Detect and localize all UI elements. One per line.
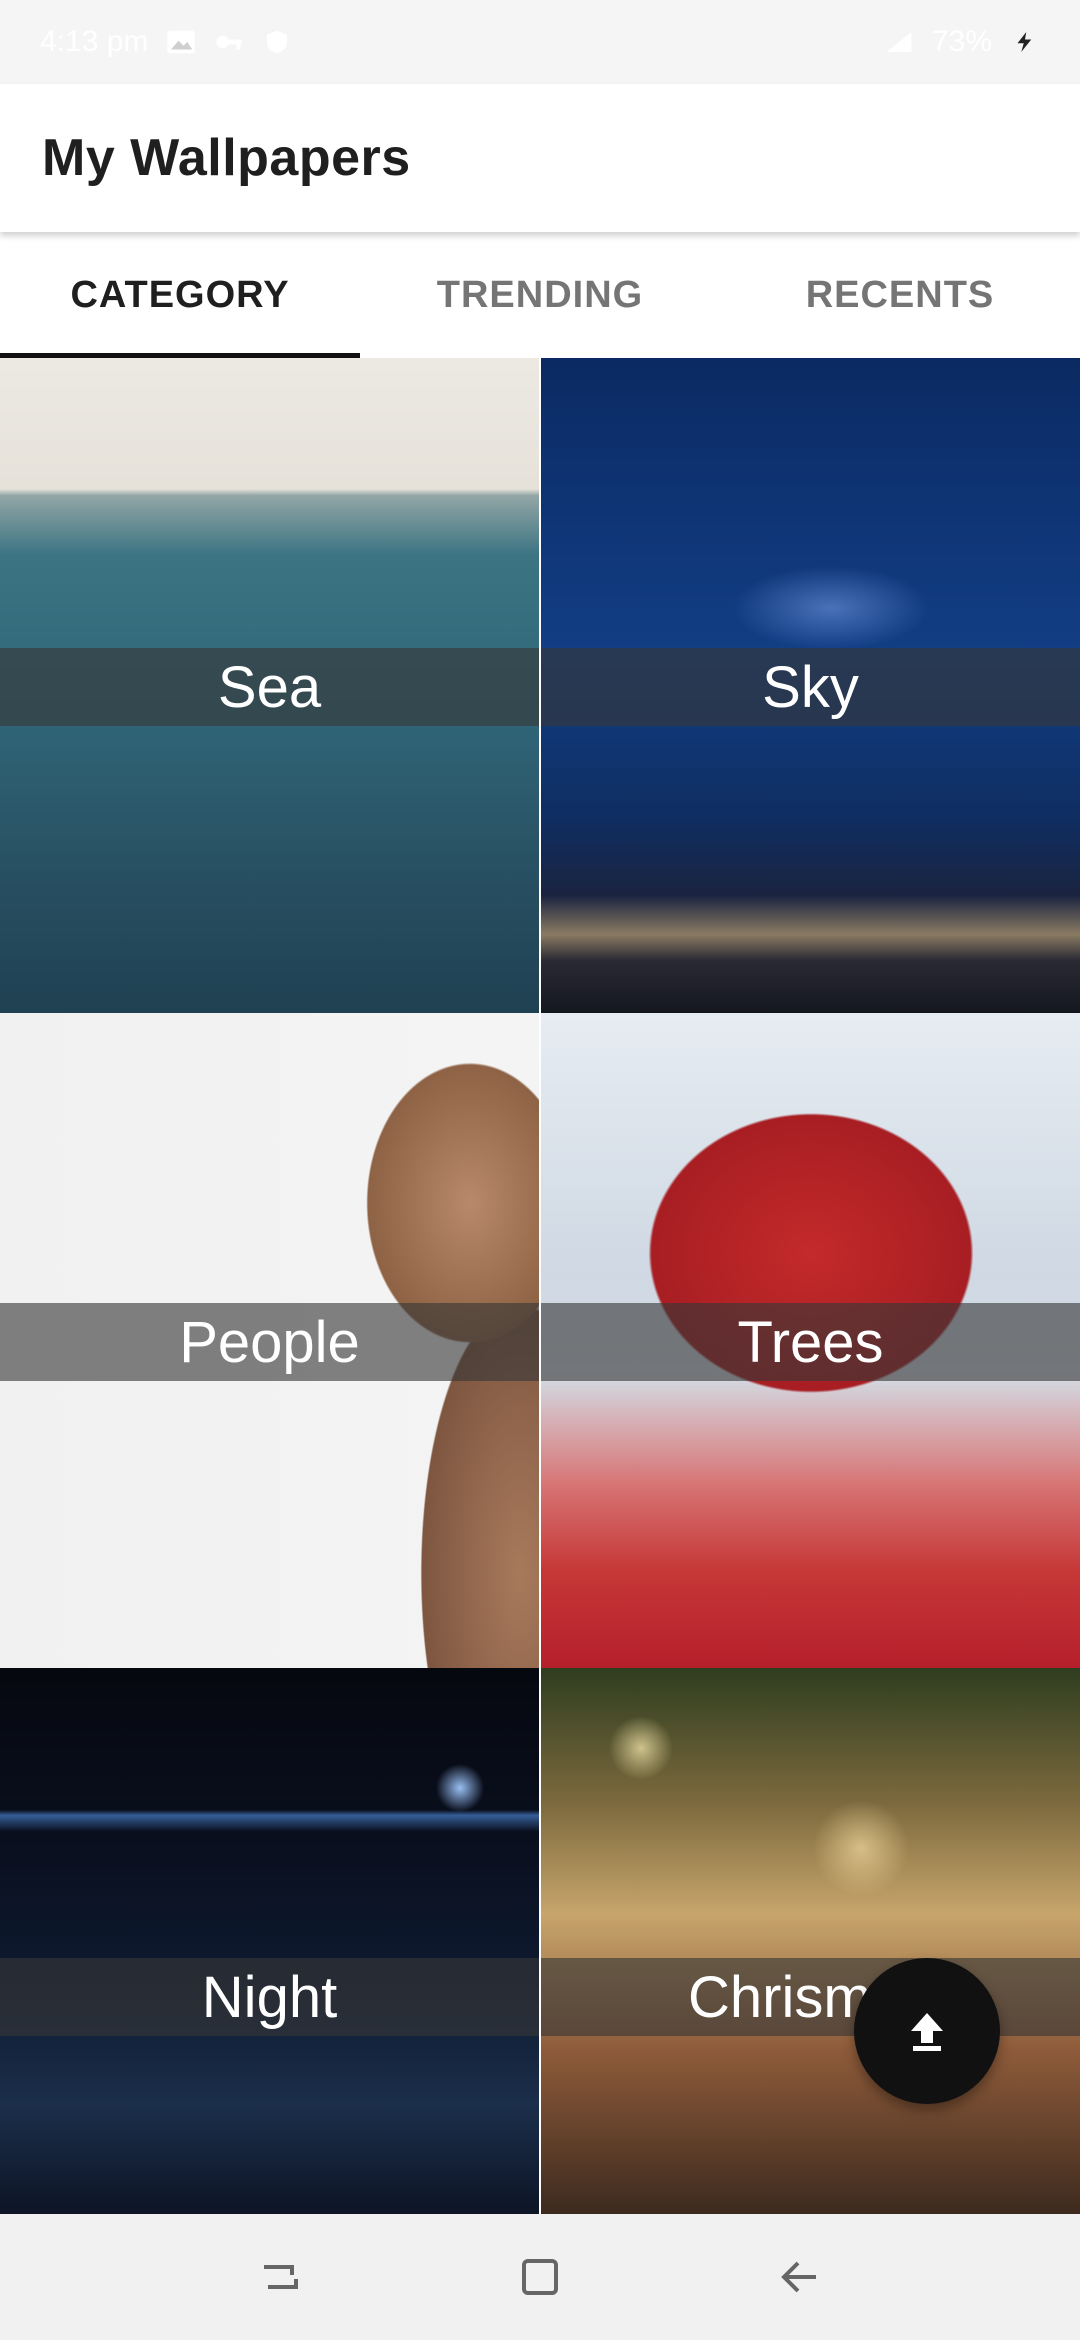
page-title: My Wallpapers: [42, 129, 411, 187]
upload-fab-button[interactable]: [854, 1958, 1000, 2104]
battery-charging-icon: [1010, 29, 1040, 55]
recents-button[interactable]: [250, 2247, 310, 2307]
status-time: 4:13 pm: [40, 25, 149, 58]
key-icon: [214, 29, 244, 55]
category-label: Night: [201, 1964, 338, 2030]
battery-percent: 73%: [931, 25, 992, 58]
tab-bar: CATEGORY TRENDING RECENTS: [0, 232, 1080, 358]
tab-trending[interactable]: TRENDING: [360, 232, 720, 358]
category-tile-people[interactable]: People: [0, 1013, 539, 1668]
status-right: 73%: [884, 25, 1040, 59]
recents-icon: [264, 2265, 298, 2289]
category-label: Sea: [217, 654, 322, 720]
system-nav-bar: [0, 2214, 1080, 2340]
category-label-overlay: Sky: [541, 648, 1080, 726]
category-tile-trees[interactable]: Trees: [541, 1013, 1080, 1668]
home-button[interactable]: [510, 2247, 570, 2307]
category-tile-sea[interactable]: Sea: [0, 358, 539, 1013]
image-icon: [166, 29, 196, 55]
category-tile-christmas[interactable]: Chrismas: [541, 1668, 1080, 2214]
category-label: Trees: [737, 1309, 884, 1375]
tab-category[interactable]: CATEGORY: [0, 232, 360, 358]
back-button[interactable]: [770, 2247, 830, 2307]
category-grid: Sea Sky People Trees Night Chrismas: [0, 358, 1080, 2214]
upload-icon: [911, 2013, 943, 2051]
category-label-overlay: Night: [0, 1958, 539, 2036]
category-label: Sky: [762, 654, 859, 720]
category-tile-sky[interactable]: Sky: [541, 358, 1080, 1013]
back-icon: [781, 2261, 816, 2293]
category-label: People: [179, 1309, 360, 1375]
home-icon: [522, 2259, 558, 2295]
app-bar: My Wallpapers: [0, 84, 1080, 232]
status-bar: 4:13 pm 73%: [0, 0, 1080, 84]
tab-recents[interactable]: RECENTS: [720, 232, 1080, 358]
category-tile-night[interactable]: Night: [0, 1668, 539, 2214]
category-label-overlay: People: [0, 1303, 539, 1381]
signal-icon: [884, 29, 914, 55]
status-left: 4:13 pm: [40, 25, 292, 59]
category-label-overlay: Trees: [541, 1303, 1080, 1381]
shield-icon: [262, 29, 292, 55]
category-label-overlay: Sea: [0, 648, 539, 726]
